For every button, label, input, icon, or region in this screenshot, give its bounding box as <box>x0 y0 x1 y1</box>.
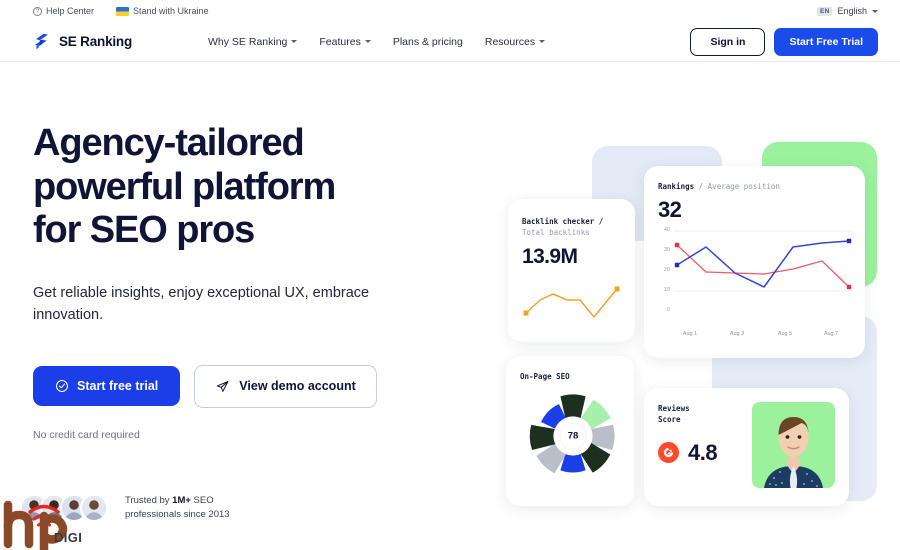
hero-title-line-2: powerful platform <box>33 165 336 208</box>
no-credit-card-note: No credit card required <box>33 428 140 441</box>
y-tick-10: 10 <box>663 286 670 293</box>
start-free-trial-button[interactable]: Start Free Trial <box>774 27 878 56</box>
trust-prefix: Trusted by <box>125 495 173 507</box>
hero-section: Agency-tailored powerful platform for SE… <box>33 122 473 441</box>
language-label: English <box>837 6 867 16</box>
hero-cta-row: Start free trial View demo account <box>33 364 473 408</box>
rankings-label-separator: / <box>698 182 704 191</box>
person-portrait-photo <box>752 402 835 488</box>
main-navigation: SE Ranking Why SE Ranking Features Plans… <box>0 22 900 62</box>
nav-item-features[interactable]: Features <box>319 35 371 48</box>
chevron-down-icon <box>364 40 371 43</box>
reviews-left-column: Reviews Score 4.8 <box>658 404 752 464</box>
reviews-card-body: Reviews Score 4.8 <box>658 402 835 488</box>
trust-count: 1M+ <box>172 495 191 507</box>
g2-logo-icon <box>658 442 679 464</box>
stand-with-ukraine-link[interactable]: Stand with Ukraine <box>116 6 209 16</box>
card-reviews-score: Reviews Score 4.8 <box>644 388 849 506</box>
nav-item-plans-pricing[interactable]: Plans & pricing <box>393 36 463 48</box>
reviews-label-line-2: Score <box>658 414 681 424</box>
reviews-score-row: 4.8 <box>658 439 752 465</box>
trust-line-2: professionals since 2013 <box>125 509 230 520</box>
backlinks-card-label: Backlink checker / Total backlinks <box>522 217 621 239</box>
help-center-link[interactable]: ? Help Center <box>33 6 94 16</box>
question-circle-icon: ? <box>33 6 42 16</box>
nav-item-label: Resources <box>484 35 536 48</box>
se-ranking-bolt-logo <box>35 33 48 50</box>
nav-item-label: Why SE Ranking <box>208 35 288 48</box>
start-free-trial-cta[interactable]: Start free trial <box>33 366 181 407</box>
onpage-score-value: 78 <box>560 423 586 449</box>
nav-item-resources[interactable]: Resources <box>484 35 546 48</box>
reviews-score-value: 4.8 <box>688 439 718 465</box>
hero-subtitle: Get reliable insights, enjoy exceptional… <box>33 285 370 323</box>
paper-plane-icon <box>217 380 229 392</box>
card-backlink-checker: Backlink checker / Total backlinks 13.9M <box>508 199 635 342</box>
card-on-page-seo: On-Page SEO 78 <box>506 356 634 506</box>
brand-name: SE Ranking <box>59 34 133 49</box>
rankings-line-chart: 40 30 20 10 0 Aug 1 Aug 3 Aug 5 Aug 7 <box>658 226 853 337</box>
rankings-chart-plot <box>674 230 852 292</box>
rankings-value: 32 <box>658 196 682 222</box>
stand-with-ukraine-label: Stand with Ukraine <box>133 6 209 16</box>
x-tick-aug-7: Aug 7 <box>823 330 839 337</box>
backlinks-value: 13.9M <box>522 244 578 268</box>
trust-text: Trusted by 1M+ SEO professionals since 2… <box>125 494 230 522</box>
nav-item-label: Plans & pricing <box>392 35 463 48</box>
start-free-trial-cta-label: Start free trial <box>77 379 159 394</box>
watermark-text: DIGI <box>54 530 83 545</box>
language-code-badge: EN <box>817 6 833 16</box>
language-selector[interactable]: EN English <box>817 6 878 16</box>
reviews-card-label: Reviews Score <box>658 404 752 426</box>
rankings-card-label: Rankings / Average position <box>658 182 851 193</box>
chevron-down-icon <box>872 9 878 13</box>
x-tick-aug-1: Aug 1 <box>682 330 698 337</box>
y-tick-0: 0 <box>666 306 670 313</box>
x-tick-aug-5: Aug 5 <box>777 330 793 337</box>
nav-actions: Sign in Start Free Trial <box>690 27 878 56</box>
card-rankings: Rankings / Average position 32 40 30 20 … <box>644 166 865 358</box>
y-tick-20: 20 <box>663 266 670 273</box>
backlinks-label-muted: Total backlinks <box>522 227 590 237</box>
backlinks-label-bold: Backlink checker / <box>522 217 604 226</box>
rankings-label-bold: Rankings <box>658 182 695 191</box>
nav-item-label: Features <box>319 35 361 48</box>
onpage-card-label: On-Page SEO <box>520 372 570 381</box>
view-demo-account-cta-label: View demo account <box>239 379 356 394</box>
help-center-label: Help Center <box>46 6 95 16</box>
onpage-radial-chart: 78 <box>524 391 622 481</box>
ukraine-flag-icon <box>116 6 130 16</box>
y-tick-30: 30 <box>663 246 670 253</box>
view-demo-account-cta[interactable]: View demo account <box>194 364 377 408</box>
x-tick-aug-3: Aug 3 <box>729 330 745 337</box>
backlinks-sparkline-chart <box>523 286 620 318</box>
reviews-label-line-1: Reviews <box>658 404 690 413</box>
sign-in-button[interactable]: Sign in <box>690 27 766 56</box>
trust-suffix: SEO <box>190 495 214 507</box>
page-title: Agency-tailored powerful platform for SE… <box>33 122 473 253</box>
rankings-label-muted: Average position <box>707 182 780 191</box>
dashboard-illustration: Backlink checker / Total backlinks 13.9M… <box>492 120 892 520</box>
trust-badge: Trusted by 1M+ SEO professionals since 2… <box>20 494 230 522</box>
nav-links: Why SE Ranking Features Plans & pricing … <box>208 35 546 48</box>
trust-line-1: Trusted by 1M+ SEO <box>125 494 230 508</box>
chevron-down-icon <box>291 40 298 43</box>
brand-logo[interactable]: SE Ranking <box>33 32 132 51</box>
check-circle-icon <box>55 380 69 393</box>
hero-title-line-1: Agency-tailored <box>33 122 305 164</box>
avatar-group <box>20 494 108 522</box>
chevron-down-icon <box>539 40 546 43</box>
utility-bar: ? Help Center Stand with Ukraine EN Engl… <box>0 0 900 22</box>
avatar <box>80 494 108 522</box>
y-tick-40: 40 <box>663 226 670 233</box>
hero-title-line-3: for SEO pros <box>33 209 255 252</box>
nav-item-why-se-ranking[interactable]: Why SE Ranking <box>208 35 298 48</box>
